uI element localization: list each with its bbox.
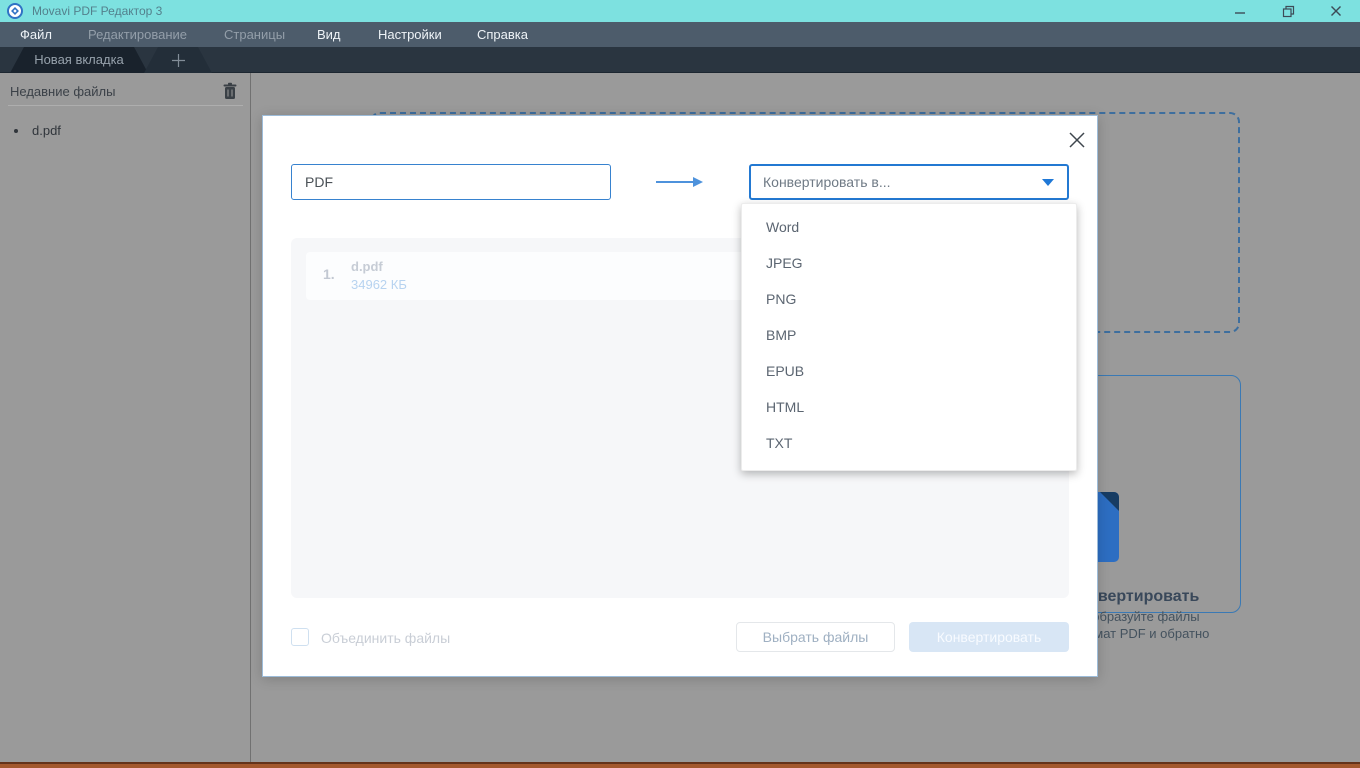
dialog-close-button[interactable] [1065,128,1089,152]
tab-bar: Новая вкладка [0,47,1360,73]
tab-new[interactable]: Новая вкладка [0,47,158,73]
add-tab-button[interactable] [144,47,212,73]
merge-files-checkbox[interactable] [291,628,309,646]
title-bar: Movavi PDF Редактор 3 [0,0,1360,22]
convert-to-placeholder: Конвертировать в... [763,174,890,190]
trash-icon [221,82,239,101]
close-icon [1068,131,1086,149]
restore-icon[interactable] [1264,0,1312,22]
recent-file-item[interactable]: d.pdf [14,123,234,138]
format-dropdown-list: Word JPEG PNG BMP EPUB HTML TXT [741,203,1077,471]
recent-files-title: Недавние файлы [10,84,115,99]
format-option-epub[interactable]: EPUB [742,353,1076,389]
folded-corner-icon [1100,492,1119,511]
chevron-down-icon [1042,179,1054,186]
convert-to-dropdown[interactable]: Конвертировать в... [749,164,1069,200]
menu-bar: Файл Редактирование Страницы Вид Настрой… [0,22,1360,47]
bullet-icon [14,129,18,133]
plus-icon [171,53,186,68]
convert-dialog: Конвертировать в... Word JPEG PNG BMP EP… [262,115,1098,677]
format-option-word[interactable]: Word [742,209,1076,245]
menu-settings[interactable]: Настройки [378,22,442,47]
bottom-desktop-strip [0,762,1360,768]
sidebar-divider-vertical [250,73,251,762]
format-option-jpeg[interactable]: JPEG [742,245,1076,281]
content-area: Недавние файлы d.pdf Конвертировать Прео… [0,73,1360,762]
minimize-icon[interactable] [1216,0,1264,22]
close-icon[interactable] [1312,0,1360,22]
choose-files-button[interactable]: Выбрать файлы [736,622,895,652]
format-option-html[interactable]: HTML [742,389,1076,425]
format-option-bmp[interactable]: BMP [742,317,1076,353]
convert-button[interactable]: Конвертировать [909,622,1069,652]
menu-help[interactable]: Справка [477,22,528,47]
right-arrow-icon [656,181,694,183]
file-size: 34962 КБ [351,277,407,292]
file-index: 1. [323,266,335,282]
menu-file[interactable]: Файл [20,22,52,47]
menu-pages: Страницы [224,22,285,47]
clear-recent-button[interactable] [221,82,239,101]
sidebar-divider [8,105,243,106]
menu-view[interactable]: Вид [317,22,341,47]
merge-files-label: Объединить файлы [321,630,450,646]
window-title: Movavi PDF Редактор 3 [32,4,162,18]
file-name: d.pdf [351,259,383,274]
app-logo-icon [7,3,23,19]
recent-file-name: d.pdf [32,123,61,138]
source-format-field[interactable] [291,164,611,200]
format-option-txt[interactable]: TXT [742,425,1076,461]
menu-edit: Редактирование [88,22,187,47]
format-option-png[interactable]: PNG [742,281,1076,317]
